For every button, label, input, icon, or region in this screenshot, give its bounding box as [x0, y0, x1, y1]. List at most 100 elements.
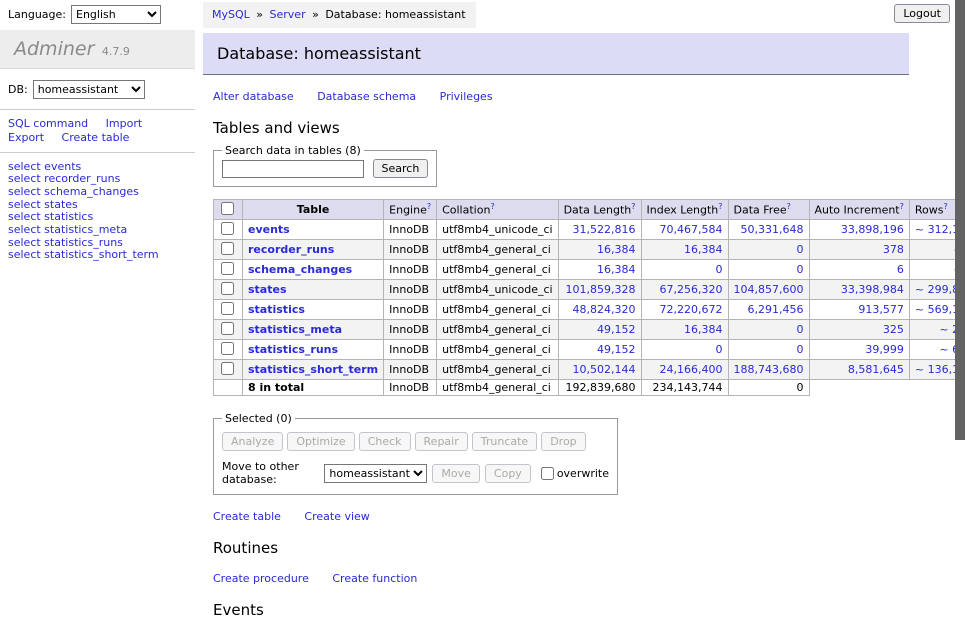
- index_length-cell: 70,467,584: [641, 220, 728, 240]
- search-input[interactable]: [222, 160, 364, 178]
- row-checkbox[interactable]: [221, 222, 234, 235]
- auto_increment-cell: 378: [809, 240, 909, 260]
- breadcrumb-link-server[interactable]: Server: [270, 8, 306, 21]
- db-select[interactable]: homeassistant: [33, 80, 145, 99]
- row-checkbox[interactable]: [221, 282, 234, 295]
- total-cell: [214, 380, 243, 396]
- auto_increment-cell: 33,398,984: [809, 280, 909, 300]
- table-name-link[interactable]: schema_changes: [248, 263, 352, 276]
- column-help-link[interactable]: ?: [490, 202, 494, 211]
- data_free-cell: 188,743,680: [728, 360, 809, 380]
- search-button[interactable]: Search: [373, 159, 429, 178]
- table-row: statistics_runsInnoDButf8mb4_general_ci4…: [214, 340, 966, 360]
- total-cell: 192,839,680: [558, 380, 641, 396]
- sidebar-link-export[interactable]: Export: [8, 131, 44, 145]
- column-help-link[interactable]: ?: [900, 202, 904, 211]
- row-checkbox[interactable]: [221, 302, 234, 315]
- column-help-link[interactable]: ?: [787, 202, 791, 211]
- collation-cell: utf8mb4_unicode_ci: [437, 220, 558, 240]
- select-all-checkbox[interactable]: [221, 202, 234, 215]
- optimize-button[interactable]: Optimize: [287, 432, 354, 451]
- column-header: Collation?: [437, 200, 558, 220]
- table-row: events InnoDButf8mb4_unicode_ci31,522,816…: [214, 220, 966, 240]
- engine-cell: InnoDB: [384, 240, 437, 260]
- create-view-link[interactable]: Create view: [304, 510, 369, 523]
- column-help-link[interactable]: ?: [427, 202, 431, 211]
- search-fieldset: Search data in tables (8) Search: [213, 144, 437, 187]
- truncate-button[interactable]: Truncate: [472, 432, 537, 451]
- move-label: Move to other database:: [222, 460, 318, 486]
- copy-button[interactable]: Copy: [485, 464, 531, 483]
- data_length-cell: 48,824,320: [558, 300, 641, 320]
- column-help-link[interactable]: ?: [631, 202, 635, 211]
- data_length-cell: 31,522,816: [558, 220, 641, 240]
- total-cell: utf8mb4_general_ci: [437, 380, 558, 396]
- database-schema-link[interactable]: Database schema: [317, 90, 416, 103]
- privileges-link[interactable]: Privileges: [440, 90, 493, 103]
- row-checkbox[interactable]: [221, 322, 234, 335]
- sidebar-select-link[interactable]: select schema_changes: [8, 186, 187, 199]
- table-name-link[interactable]: statistics: [248, 303, 305, 316]
- drop-button[interactable]: Drop: [541, 432, 585, 451]
- engine-cell: InnoDB: [384, 260, 437, 280]
- selected-action-buttons: AnalyzeOptimize CheckRepairTruncateDrop: [222, 432, 609, 451]
- sidebar-select-link[interactable]: select statistics_meta: [8, 224, 187, 237]
- row-checkbox[interactable]: [221, 242, 234, 255]
- data_free-cell: 0: [728, 320, 809, 340]
- tables-overview-table: TableEngine?Collation?Data Length?Index …: [213, 199, 966, 396]
- row-checkbox[interactable]: [221, 342, 234, 355]
- overwrite-checkbox[interactable]: [541, 467, 554, 480]
- index_length-cell: 72,220,672: [641, 300, 728, 320]
- selected-fieldset: Selected (0) AnalyzeOptimizeCheckRepairT…: [213, 412, 618, 495]
- row-checkbox[interactable]: [221, 262, 234, 275]
- overwrite-label: overwrite: [557, 467, 609, 480]
- data_length-cell: 16,384: [558, 260, 641, 280]
- auto_increment-cell: 33,898,196: [809, 220, 909, 240]
- vertical-scrollbar: [955, 0, 966, 543]
- table-name-link[interactable]: events: [248, 223, 290, 236]
- analyze-button[interactable]: Analyze: [222, 432, 283, 451]
- move-row: Move to other database: homeassistant Mo…: [222, 460, 609, 486]
- table-name-link[interactable]: states: [248, 283, 287, 296]
- create-table-link[interactable]: Create table: [213, 510, 281, 523]
- engine-cell: InnoDB: [384, 300, 437, 320]
- row-checkbox[interactable]: [221, 362, 234, 375]
- create-procedure-link[interactable]: Create procedure: [213, 572, 309, 585]
- auto_increment-cell: 325: [809, 320, 909, 340]
- move-db-select[interactable]: homeassistant: [324, 464, 427, 483]
- db-selector-row: DB: homeassistant: [0, 69, 195, 109]
- db-label: DB:: [8, 83, 28, 96]
- index_length-cell: 0: [641, 260, 728, 280]
- column-help-link[interactable]: ?: [718, 202, 722, 211]
- collation-cell: utf8mb4_general_ci: [437, 340, 558, 360]
- table-name-link[interactable]: statistics_runs: [248, 343, 338, 356]
- collation-cell: utf8mb4_general_ci: [437, 360, 558, 380]
- column-header: Data Free?: [728, 200, 809, 220]
- sidebar-table-list: select eventsselect recorder_runsselect …: [0, 153, 195, 271]
- sidebar-link-create-table[interactable]: Create table: [62, 131, 130, 145]
- adminer-logo: Adminer 4.7.9: [0, 30, 195, 69]
- sidebar-link-sql-command[interactable]: SQL command: [8, 117, 88, 131]
- repair-button[interactable]: Repair: [415, 432, 468, 451]
- create-function-link[interactable]: Create function: [332, 572, 417, 585]
- sidebar-select-link[interactable]: select recorder_runs: [8, 173, 187, 186]
- table-row: statistics_metaInnoDButf8mb4_general_ci4…: [214, 320, 966, 340]
- data_length-cell: 10,502,144: [558, 360, 641, 380]
- table-name-link[interactable]: statistics_short_term: [248, 363, 378, 376]
- collation-cell: utf8mb4_general_ci: [437, 320, 558, 340]
- sidebar-select-link[interactable]: select statistics_short_term: [8, 249, 187, 262]
- language-select[interactable]: English: [71, 5, 161, 24]
- alter-database-link[interactable]: Alter database: [213, 90, 294, 103]
- table-name-link[interactable]: statistics_meta: [248, 323, 342, 336]
- scrollbar-thumb[interactable]: [955, 0, 965, 440]
- table-row: recorder_runsInnoDButf8mb4_general_ci16,…: [214, 240, 966, 260]
- column-header: Data Length?: [558, 200, 641, 220]
- move-button[interactable]: Move: [432, 464, 480, 483]
- sidebar-link-import[interactable]: Import: [106, 117, 143, 131]
- data_length-cell: 49,152: [558, 340, 641, 360]
- table-name-link[interactable]: recorder_runs: [248, 243, 334, 256]
- check-button[interactable]: Check: [359, 432, 411, 451]
- engine-cell: InnoDB: [384, 220, 437, 240]
- column-help-link[interactable]: ?: [943, 202, 947, 211]
- breadcrumb-link-mysql[interactable]: MySQL: [212, 8, 250, 21]
